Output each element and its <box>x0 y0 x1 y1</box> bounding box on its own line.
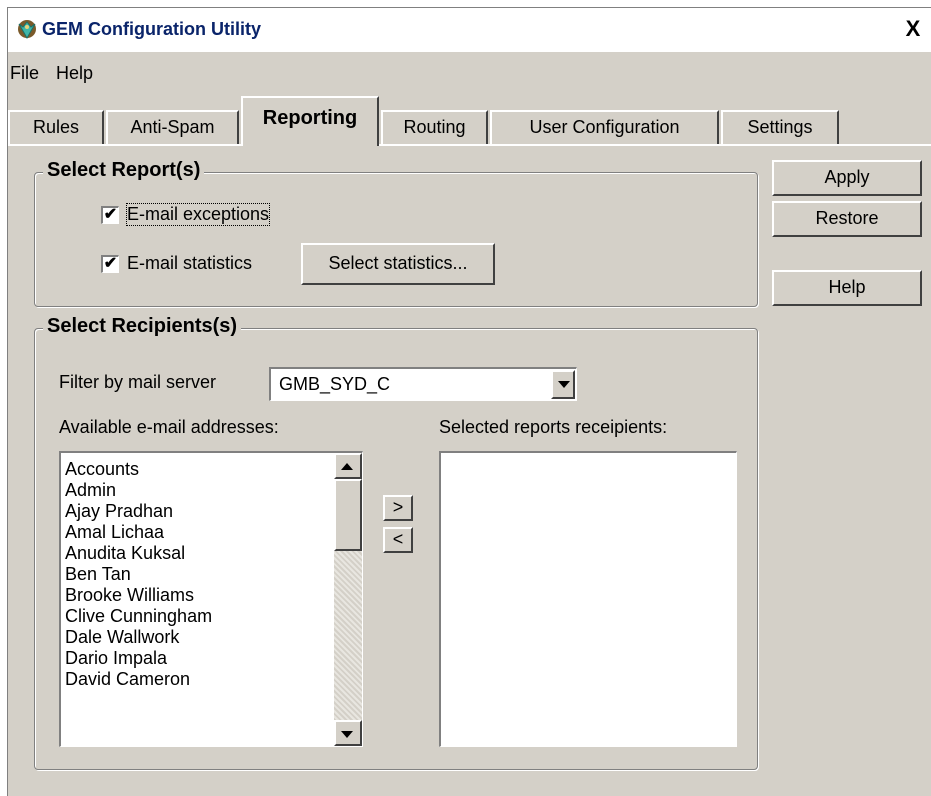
tab-anti-spam[interactable]: Anti-Spam <box>106 110 239 144</box>
tab-routing[interactable]: Routing <box>381 110 488 144</box>
available-addresses-label: Available e-mail addresses: <box>59 417 279 437</box>
tab-panel-edge <box>8 144 931 146</box>
close-button[interactable]: X <box>901 18 925 42</box>
mail-server-value: GMB_SYD_C <box>279 374 391 394</box>
list-item[interactable]: Clive Cunningham <box>65 606 212 627</box>
tab-strip: Rules Anti-Spam Reporting Routing User C… <box>8 96 931 146</box>
list-item[interactable]: Ajay Pradhan <box>65 501 212 522</box>
filter-label: Filter by mail server <box>59 372 217 392</box>
help-button[interactable]: Help <box>772 270 922 306</box>
mail-server-select[interactable]: GMB_SYD_C <box>269 367 577 401</box>
list-item[interactable]: Accounts <box>65 459 212 480</box>
remove-recipient-button[interactable]: < <box>383 527 413 553</box>
list-item[interactable]: Ben Tan <box>65 564 212 585</box>
select-reports-group: Select Report(s) ✔ E-mail exceptions ✔ E… <box>34 159 758 307</box>
restore-button[interactable]: Restore <box>772 201 922 237</box>
menu-file[interactable]: File <box>10 63 39 84</box>
scroll-down-button[interactable] <box>334 720 362 746</box>
email-statistics-label[interactable]: E-mail statistics <box>127 253 252 274</box>
select-recipients-legend: Select Recipients(s) <box>43 315 242 338</box>
tab-rules[interactable]: Rules <box>8 110 104 144</box>
window-title: GEM Configuration Utility <box>42 19 261 39</box>
list-item[interactable]: Brooke Williams <box>65 585 212 606</box>
available-items: Accounts Admin Ajay Pradhan Amal Lichaa … <box>65 459 212 690</box>
scroll-up-button[interactable] <box>334 453 362 479</box>
available-list-scrollbar[interactable] <box>334 453 362 746</box>
apply-button[interactable]: Apply <box>772 160 922 196</box>
dropdown-button[interactable] <box>551 370 575 399</box>
add-recipient-button[interactable]: > <box>383 495 413 521</box>
email-exceptions-label[interactable]: E-mail exceptions <box>125 203 271 226</box>
select-statistics-button[interactable]: Select statistics... <box>301 243 495 285</box>
list-item[interactable]: Admin <box>65 480 212 501</box>
selected-recipients-label: Selected reports receipients: <box>439 417 668 437</box>
title-bar[interactable]: GEM Configuration Utility X <box>8 8 931 52</box>
available-addresses-list[interactable]: Accounts Admin Ajay Pradhan Amal Lichaa … <box>59 451 363 747</box>
tab-user-configuration[interactable]: User Configuration <box>490 110 719 144</box>
gem-config-window: GEM Configuration Utility X File Help Ru… <box>7 7 931 796</box>
scroll-thumb[interactable] <box>334 479 362 551</box>
selected-recipients-list[interactable] <box>439 451 737 747</box>
email-exceptions-checkbox[interactable]: ✔ <box>101 206 119 224</box>
gem-logo-icon <box>18 20 36 40</box>
select-reports-legend: Select Report(s) <box>43 159 205 182</box>
select-recipients-group: Select Recipients(s) Filter by mail serv… <box>34 315 758 770</box>
chevron-down-icon <box>558 381 570 388</box>
list-item[interactable]: Anudita Kuksal <box>65 543 212 564</box>
menu-help[interactable]: Help <box>56 63 93 84</box>
scroll-down-arrow-icon <box>341 731 353 738</box>
list-item[interactable]: Dario Impala <box>65 648 212 669</box>
scroll-up-arrow-icon <box>341 463 353 470</box>
email-statistics-checkbox[interactable]: ✔ <box>101 255 119 273</box>
list-item[interactable]: Dale Wallwork <box>65 627 212 648</box>
list-item[interactable]: Amal Lichaa <box>65 522 212 543</box>
tab-reporting[interactable]: Reporting <box>241 96 379 146</box>
tab-settings[interactable]: Settings <box>721 110 839 144</box>
list-item[interactable]: David Cameron <box>65 669 212 690</box>
